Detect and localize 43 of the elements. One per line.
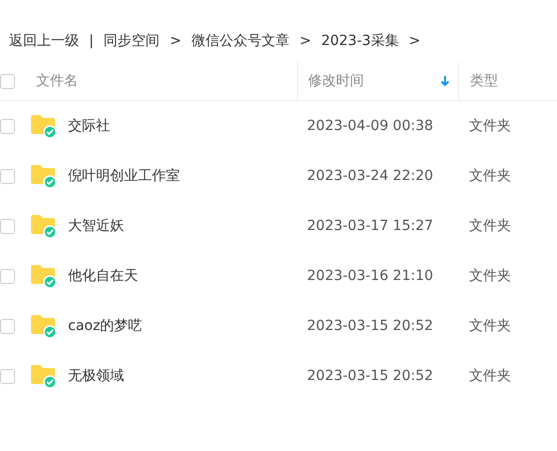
file-type: 文件夹 bbox=[469, 318, 511, 334]
file-name[interactable]: 交际社 bbox=[68, 117, 110, 135]
synced-folder-icon bbox=[30, 363, 58, 389]
synced-folder-icon bbox=[30, 163, 58, 189]
breadcrumb-link[interactable]: 同步空间 bbox=[104, 32, 160, 50]
row-checkbox[interactable] bbox=[0, 118, 15, 134]
synced-folder-icon bbox=[30, 213, 58, 239]
synced-folder-icon bbox=[30, 313, 58, 339]
modified-time: 2023-03-24 22:20 bbox=[307, 168, 434, 184]
breadcrumb-link[interactable]: 返回上一级 bbox=[9, 32, 79, 50]
row-checkbox[interactable] bbox=[0, 318, 15, 334]
breadcrumb-separator: > bbox=[299, 33, 312, 49]
select-all-checkbox[interactable] bbox=[0, 74, 15, 88]
file-name[interactable]: 无极领域 bbox=[68, 367, 124, 385]
column-header[interactable]: 修改时间 bbox=[308, 72, 364, 90]
file-name[interactable]: caoz的梦呓 bbox=[68, 317, 142, 335]
column-header[interactable]: 文件名 bbox=[36, 72, 78, 90]
modified-time: 2023-03-16 21:10 bbox=[307, 268, 434, 284]
file-type: 文件夹 bbox=[469, 218, 511, 234]
breadcrumb-separator: > bbox=[408, 33, 421, 49]
modified-time: 2023-03-17 15:27 bbox=[307, 218, 434, 234]
row-checkbox[interactable] bbox=[0, 368, 15, 384]
file-type: 文件夹 bbox=[469, 118, 511, 134]
row-checkbox[interactable] bbox=[0, 168, 15, 184]
modified-time: 2023-03-15 20:52 bbox=[307, 368, 434, 384]
breadcrumb-link[interactable]: 2023-3采集 bbox=[321, 32, 399, 50]
breadcrumb-separator: | bbox=[89, 33, 94, 49]
modified-time: 2023-03-15 20:52 bbox=[307, 318, 434, 334]
file-type: 文件夹 bbox=[469, 168, 511, 184]
synced-folder-icon bbox=[30, 113, 58, 139]
breadcrumb-link[interactable]: 微信公众号文章 bbox=[191, 32, 290, 50]
sort-descending-icon[interactable] bbox=[440, 75, 450, 87]
file-name[interactable]: 大智近妖 bbox=[68, 217, 124, 235]
column-header[interactable]: 类型 bbox=[470, 72, 498, 90]
row-checkbox[interactable] bbox=[0, 268, 15, 284]
file-name[interactable]: 倪叶明创业工作室 bbox=[68, 167, 180, 185]
file-type: 文件夹 bbox=[469, 368, 511, 384]
modified-time: 2023-04-09 00:38 bbox=[307, 118, 434, 134]
synced-folder-icon bbox=[30, 263, 58, 289]
breadcrumb-separator: > bbox=[170, 33, 182, 49]
row-checkbox[interactable] bbox=[0, 218, 15, 234]
file-type: 文件夹 bbox=[469, 268, 511, 284]
file-name[interactable]: 他化自在天 bbox=[68, 267, 138, 285]
